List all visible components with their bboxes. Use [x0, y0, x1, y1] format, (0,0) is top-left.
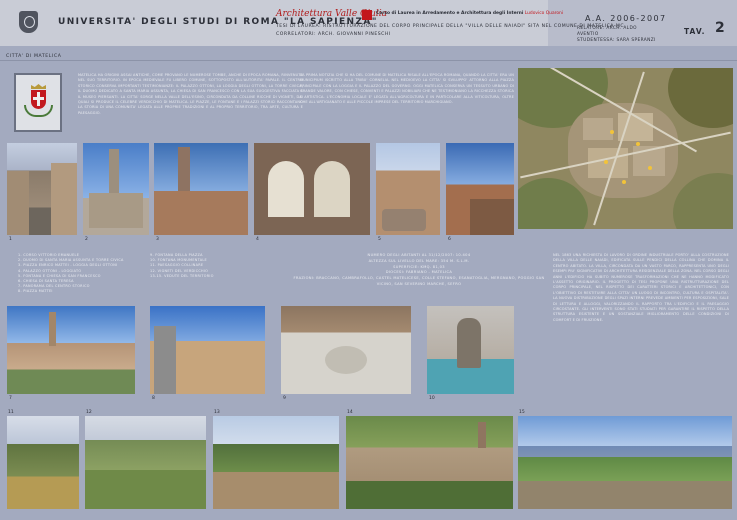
- photo-panorama: [7, 306, 135, 394]
- tower: [49, 312, 56, 346]
- tower: [178, 147, 190, 197]
- photo-fountain-square: [281, 306, 411, 394]
- photo-number: 14: [347, 410, 353, 415]
- building: [470, 199, 514, 235]
- map-marker-icon: [604, 160, 608, 164]
- wreath-icon: [24, 105, 53, 117]
- photo-duomo: [83, 143, 149, 235]
- photo-number: 13: [214, 410, 220, 415]
- studentessa: STUDENTESSA: SARA SPERANZI: [577, 38, 656, 43]
- photo-village: [213, 416, 339, 509]
- statue: [457, 318, 481, 368]
- academic-year: A.A. 2006-2007: [585, 14, 667, 23]
- photo-santa-teresa: [446, 143, 514, 235]
- relatore: RELATORE: ARCH. ALDO AVENTIO: [577, 26, 637, 37]
- photo-number: 10: [429, 396, 435, 401]
- photo-landscape: [518, 416, 732, 509]
- course-main: Corso di Laurea in Arredamento e Archite…: [376, 11, 524, 16]
- photo-piazza-mattei: [150, 306, 265, 394]
- university-seal-icon: [19, 11, 38, 33]
- building: [7, 171, 29, 235]
- divider: [0, 60, 737, 61]
- photo-number: 11: [8, 410, 14, 415]
- caption: 13-15. VEDUTE DEL TERRITORIO: [150, 273, 214, 278]
- green-hill: [668, 68, 733, 128]
- photo-vineyards: [85, 416, 206, 509]
- block: [588, 148, 628, 178]
- photo-number: 3: [156, 237, 159, 242]
- building: [51, 163, 77, 235]
- photo-town-view: [346, 416, 513, 509]
- intro-text-roman: LA PRIMA NOTIZIA CHE SI HA DEL COMUNE DI…: [300, 73, 514, 105]
- arcade: [154, 191, 248, 235]
- map-marker-icon: [636, 142, 640, 146]
- photo-number: 2: [85, 237, 88, 242]
- intro-text-history: MATELICA HA ORIGINI ASSAI ANTICHE, COME …: [78, 73, 303, 115]
- thesis-title: TESI DI LAUREA: RISTRUTTURAZIONE DEL COR…: [276, 24, 625, 29]
- fountain-basin: [325, 346, 367, 374]
- map-marker-icon: [610, 130, 614, 134]
- photo-palazzo-loggiato: [254, 143, 370, 235]
- aerial-map: [518, 68, 733, 229]
- green-hill: [673, 173, 733, 229]
- tav-label: TAV.: [684, 27, 706, 36]
- photo-loggia: [154, 143, 248, 235]
- correlatori: CORRELATORI: ARCH. GIOVANNI PINESCHI: [276, 32, 391, 37]
- map-marker-icon: [648, 166, 652, 170]
- church-facade: [89, 193, 143, 228]
- section-label: CITTA' DI MATELICA: [6, 54, 62, 59]
- photo-number: 6: [448, 237, 451, 242]
- stat-frazioni: FRAZIONI: BRACCANO, CAMBRAFOLLO, CASTEL …: [293, 276, 545, 286]
- map-marker-icon: [622, 180, 626, 184]
- course-accent: Ludovico Quaroni: [524, 11, 564, 16]
- photo-number: 5: [378, 237, 381, 242]
- thesis-board: UNIVERSITA' DEGLI STUDI DI ROMA "LA SAPI…: [0, 0, 737, 520]
- fountain-column: [154, 326, 176, 394]
- credits: RELATORE: ARCH. ALDO AVENTIO STUDENTESSA…: [577, 26, 657, 44]
- intro-text-villa: NEL 1863 UNA RICHIESTA DI LAVORO DI ORDI…: [553, 253, 729, 322]
- photo-street: [7, 143, 77, 235]
- photo-captions-right: 9. FONTANA DELLA PIAZZA 10. FONTANA MONU…: [150, 253, 290, 279]
- photo-number: 1: [9, 237, 12, 242]
- block: [583, 118, 613, 140]
- arch: [268, 161, 304, 217]
- tower: [478, 422, 486, 448]
- photo-number: 4: [256, 237, 259, 242]
- town-statistics: NUMERO DEGLI ABITANTI AL 31/12/2007: 10.…: [288, 253, 550, 288]
- photo-number: 9: [283, 396, 286, 401]
- coat-of-arms: [14, 73, 62, 132]
- green-hill: [518, 178, 588, 229]
- photo-number: 8: [152, 396, 155, 401]
- arch: [314, 161, 350, 217]
- photo-monumental-fountain: [427, 306, 514, 394]
- photo-hills-1: [7, 416, 79, 509]
- photo-san-francesco: [376, 143, 440, 235]
- fountain: [382, 209, 426, 231]
- caption: 8. PIAZZA MATTEI: [18, 289, 53, 294]
- photo-number: 7: [9, 396, 12, 401]
- course-logo-icon: [362, 10, 372, 20]
- photo-number: 12: [86, 410, 92, 415]
- photo-number: 15: [519, 410, 525, 415]
- course-name: Corso di Laurea in Arredamento e Archite…: [376, 11, 563, 16]
- crown-icon: [31, 84, 46, 89]
- tav-number: 2: [715, 20, 725, 36]
